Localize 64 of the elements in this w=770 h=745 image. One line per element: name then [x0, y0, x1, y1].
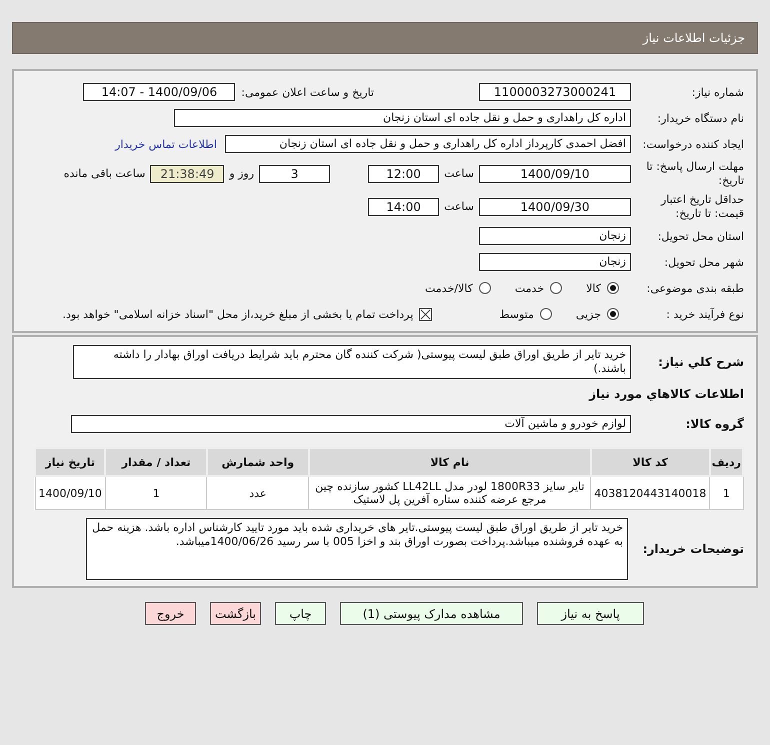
action-button[interactable]: پاسخ به نیاز	[537, 602, 644, 625]
field-label: نوع فرآیند خرید :	[665, 308, 744, 320]
text-field[interactable]: 3	[259, 164, 330, 182]
column-header: واحد شمارش	[206, 448, 309, 476]
table-cell: 1400/09/10	[35, 476, 106, 510]
radio-button[interactable]	[478, 282, 491, 294]
table-cell: 4038120443140018	[590, 476, 710, 510]
table-cell: تایر سایز 1800R33 لودر مدل LL42LL کشور سازنده چین مرجع عرضه کننده ستاره آفرین پل لاستیک	[308, 476, 591, 510]
text-field[interactable]: 1100003273000241	[479, 83, 631, 101]
text-field[interactable]: 21:38:49	[150, 164, 224, 182]
field-label: استان محل تحویل:	[656, 230, 744, 242]
text-field[interactable]: 12:00	[368, 164, 440, 182]
radio-label: کالا	[586, 282, 601, 294]
radio-label: کالا/خدمت	[425, 282, 473, 294]
text-field[interactable]: زنجان	[479, 253, 631, 271]
field-label: حداقل تاریخ اعتبار قیمت: تا تاریخ:	[660, 192, 744, 220]
radio-button[interactable]	[607, 308, 619, 320]
text-field[interactable]: 14:00	[368, 198, 440, 216]
action-button[interactable]: مشاهده مدارک پیوستی (1)	[340, 602, 523, 625]
page-title: جزئیات اطلاعات نیاز	[642, 31, 745, 45]
field-label: مهلت ارسال پاسخ: تا تاریخ:	[645, 160, 744, 188]
radio-label: جزیی	[576, 308, 601, 320]
notes-box: خرید تایر از طریق اوراق طبق لیست پیوستی.تایر های خریداری شده باید مورد تایید کارشناس اداره باشد. هزینه حمل به عهده فروشنده میباشد.پرداخت بصورت اوراق بند و اخزا 005 با سر رسید 1400/06/26میباشد.	[86, 518, 628, 580]
text-field[interactable]: 1400/09/30	[479, 198, 631, 216]
field-label: گروه کالا:	[684, 417, 744, 431]
field-label: ساعت باقی مانده	[64, 167, 146, 180]
section-heading: اطلاعات کالاهاي مورد نياز	[588, 387, 744, 401]
action-button[interactable]: خروج	[145, 602, 196, 625]
text-field[interactable]: زنجان	[479, 227, 631, 245]
radio-label: خدمت	[514, 282, 544, 294]
contact-link[interactable]: اطلاعات تماس خریدار	[115, 138, 217, 150]
field-label: طبقه بندی موضوعی:	[646, 282, 744, 294]
column-header: تعداد / مقدار	[105, 448, 207, 476]
action-button[interactable]: بازگشت	[210, 602, 261, 625]
field-label: روز و	[229, 167, 254, 180]
table-cell: عدد	[206, 476, 309, 510]
radio-button[interactable]	[607, 282, 619, 294]
radio-button[interactable]	[550, 282, 562, 294]
field-label: توضیحات خریدار:	[642, 542, 744, 556]
column-header: تاریخ نیاز	[35, 448, 106, 476]
table-cell: 1	[710, 476, 743, 510]
table-cell: 1	[105, 476, 207, 510]
column-header: نام کالا	[308, 448, 591, 476]
action-button[interactable]: چاپ	[275, 602, 326, 625]
radio-button[interactable]	[540, 308, 552, 320]
text-field[interactable]: اداره کل راهداری و حمل و نقل جاده ای استان زنجان	[174, 109, 631, 127]
description-box: خرید تایر از طریق اوراق طبق لیست پیوستی( شرکت کننده گان محترم باید شرایط دریافت اوراق بهادار را داشته باشند.)	[73, 345, 631, 379]
radio-label: متوسط	[499, 308, 534, 320]
field-label: شهر محل تحویل:	[663, 256, 744, 268]
field-label: ایجاد کننده درخواست:	[642, 138, 744, 150]
field-label: نام دستگاه خریدار:	[656, 112, 744, 124]
column-header: کد کالا	[590, 448, 710, 476]
field-label: شماره نیاز:	[690, 86, 744, 98]
text-field[interactable]: 1400/09/10	[479, 164, 631, 182]
field-label: شرح کلي نياز:	[657, 355, 744, 369]
text-field[interactable]: لوازم خودرو و ماشین آلات	[71, 415, 631, 433]
text-field[interactable]: افضل احمدی کارپرداز اداره کل راهداری و حمل و نقل جاده ای استان زنجان	[225, 135, 631, 153]
field-label: ساعت	[444, 200, 474, 213]
payment-note: پرداخت تمام یا بخشی از مبلغ خرید،از محل "اسناد خزانه اسلامی" خواهد بود.	[62, 308, 414, 320]
field-label: تاریخ و ساعت اعلان عمومی:	[241, 86, 374, 98]
column-header: ردیف	[710, 448, 743, 476]
text-field[interactable]: 1400/09/06 - 14:07	[83, 83, 236, 101]
field-label: ساعت	[444, 167, 474, 180]
checkbox[interactable]	[419, 308, 432, 320]
